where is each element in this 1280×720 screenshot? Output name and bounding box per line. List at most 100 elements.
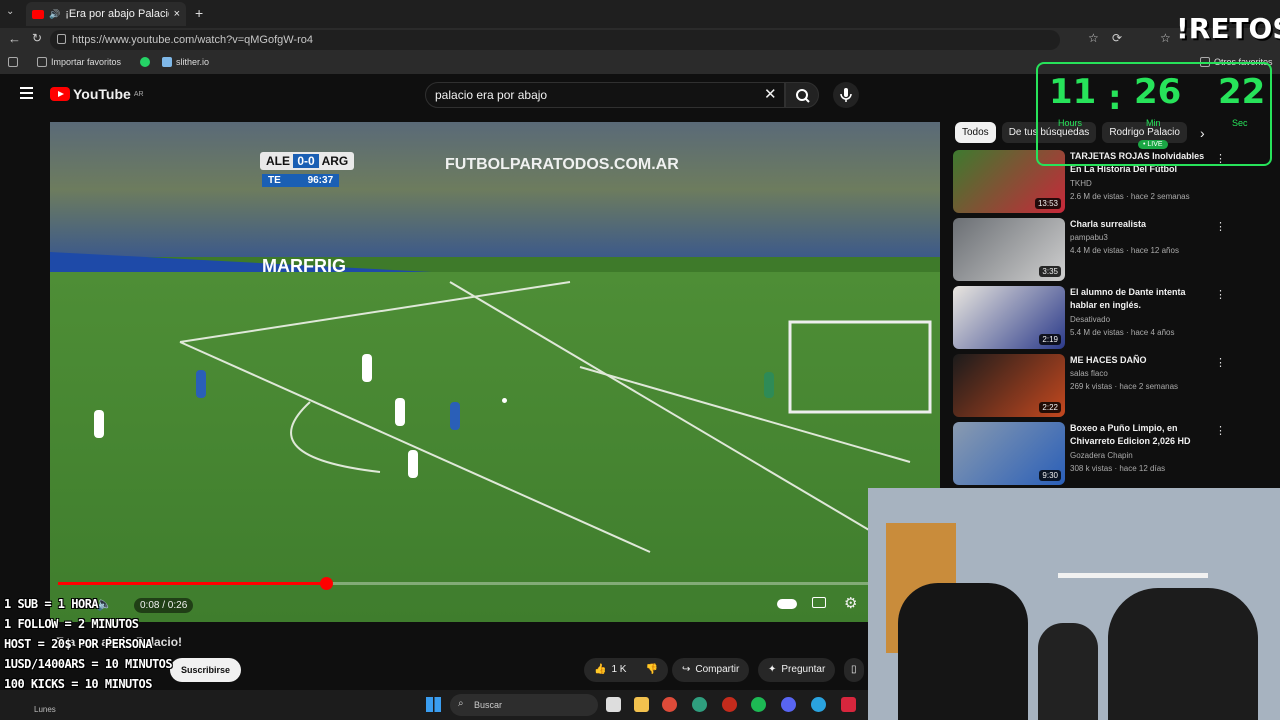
share-button[interactable]: ↪ Compartir [672,658,750,682]
more-options-icon[interactable]: ⋮ [1215,288,1226,301]
discord-icon[interactable] [781,697,796,712]
match-clock: TE 96:37 [262,174,340,187]
clock-seconds: 22 [1218,72,1266,112]
more-options-icon[interactable]: ⋮ [1215,220,1226,233]
video-duration: 2:19 [1039,334,1061,345]
thumbs-up-icon: 👍 [594,664,607,675]
video-title[interactable]: Charla surrealista [1070,218,1210,231]
live-badge: • LIVE [1138,140,1168,149]
channel-name[interactable]: salas flaco [1070,369,1108,378]
video-duration: 9:30 [1039,470,1061,481]
app-icon[interactable] [722,697,737,712]
file-explorer-icon[interactable] [634,697,649,712]
back-icon[interactable]: ← [8,31,21,46]
app-red-icon[interactable] [841,697,856,712]
settings-gear-icon[interactable]: ⚙ [844,594,857,612]
recommended-video[interactable]: 2:22 ME HACES DAÑO salas flaco 269 k vistas… [953,354,1273,418]
wall-shelf [1058,573,1208,578]
video-thumbnail[interactable]: 2:19 [953,286,1065,349]
subtitles-icon[interactable] [812,597,826,608]
channel-name[interactable]: TKHD [1070,179,1092,188]
video-duration: 2:22 [1039,402,1061,413]
scoreboard: ALE 0-0 ARG [260,152,355,170]
more-options-icon[interactable]: ⋮ [1215,356,1226,369]
video-thumbnail[interactable]: 9:30 [953,422,1065,485]
team2-name: ARG [321,154,349,168]
youtube-favicon-icon [32,9,44,19]
favorite-star-icon[interactable]: ☆ [1088,31,1099,45]
progress-scrubber[interactable] [319,577,333,590]
spotify-icon[interactable] [751,697,766,712]
ask-button[interactable]: ✦ Preguntar [758,658,836,682]
microphone-icon [840,88,852,102]
bookmark-icon: ▯ [851,664,857,675]
video-title[interactable]: ME HACES DAÑO [1070,354,1210,367]
video-thumbnail[interactable]: 2:22 [953,354,1065,417]
dislike-icon[interactable]: 👎 [645,658,657,682]
pitch-lines [179,281,940,573]
person-right [1108,588,1258,720]
volume-icon[interactable]: 🔈 [96,596,112,612]
search-button[interactable] [785,82,819,108]
bookmark-slither[interactable]: slither.io [162,57,209,67]
clock-sec-label: Sec [1232,118,1248,128]
address-bar[interactable]: https://www.youtube.com/watch?v=qMGofgW-… [50,30,1060,50]
hamburger-menu-icon[interactable] [20,87,33,99]
bookmark-import[interactable]: Importar favoritos [37,57,121,67]
video-stats: 308 k vistas · hace 12 días [1070,464,1166,473]
taskbar-search[interactable]: Buscar [450,694,598,716]
site-info-icon[interactable] [57,34,66,44]
broadcast-watermark: FUTBOLPARATODOS.COM.AR [445,156,679,173]
edge-icon[interactable] [692,697,707,712]
folder-icon [37,57,47,67]
recommended-video[interactable]: 9:30 Boxeo a Puño Limpio, en Chivarreto E… [953,422,1273,486]
extensions-icon[interactable]: ⟳ [1112,31,1122,45]
reading-list-icon[interactable] [8,57,18,67]
channel-name[interactable]: Gozadera Chapin [1070,451,1133,460]
channel-name[interactable]: Desativado [1070,315,1110,324]
browser-tab[interactable]: 🔊 ¡Era por abajo Palacio! - YouT × [26,2,186,26]
whatsapp-icon[interactable] [140,57,150,67]
menu-icon[interactable]: ☆ [1160,31,1171,45]
countdown-clock: 11 : 26 22 Hours Min Sec • LIVE [1036,62,1272,166]
youtube-logo[interactable]: YouTube AR [50,86,144,102]
chip-all[interactable]: Todos [955,122,996,143]
sparkle-icon: ✦ [768,664,777,675]
windows-start-icon[interactable] [426,697,441,712]
goalkeeper-figure [764,372,774,398]
team1-name: ALE [266,154,290,168]
video-title[interactable]: El alumno de Dante intenta hablar en ing… [1070,286,1210,312]
channel-name[interactable]: pampabu3 [1070,233,1108,242]
video-thumbnail[interactable]: 3:35 [953,218,1065,281]
recommended-video[interactable]: 3:35 Charla surrealista pampabu3 4.4 M de v… [953,218,1273,282]
recommended-video[interactable]: 2:19 El alumno de Dante intenta hablar en… [953,286,1273,350]
stadium-crowd [50,122,940,257]
chrome-icon[interactable] [662,697,677,712]
new-tab-button[interactable]: + [195,5,203,21]
player-figure [408,450,418,478]
tab-list-button[interactable]: ⌄ [6,6,14,17]
task-view-icon[interactable] [606,697,621,712]
clock-hours-label: Hours [1058,118,1083,128]
telegram-icon[interactable] [811,697,826,712]
player-figure [395,398,405,426]
clear-search-icon[interactable]: ✕ [764,85,777,103]
player-figure [362,354,372,382]
close-tab-icon[interactable]: × [174,8,180,20]
like-button[interactable]: 👍 1 K 👎 [584,658,668,682]
save-button[interactable]: ▯ [844,658,864,682]
score: 0-0 [293,154,319,168]
slither-icon [162,57,172,67]
video-player[interactable]: MARFRIG ALE 0-0 ARG TE 96:37 FUTBOLPARAT… [50,122,940,622]
clock-separator: : [1108,78,1122,118]
autoplay-toggle[interactable] [777,599,797,609]
voice-search-button[interactable] [833,82,859,108]
subscribe-button[interactable]: Suscribirse [170,658,242,682]
reload-icon[interactable]: ↻ [32,31,42,45]
video-title[interactable]: Boxeo a Puño Limpio, en Chivarreto Edici… [1070,422,1210,448]
search-input[interactable]: palacio era por abajo [425,82,785,108]
search-icon: ⌕ [458,698,464,709]
person-back [1038,623,1098,720]
speaker-icon: 🔊 [49,8,61,19]
more-options-icon[interactable]: ⋮ [1215,424,1226,437]
